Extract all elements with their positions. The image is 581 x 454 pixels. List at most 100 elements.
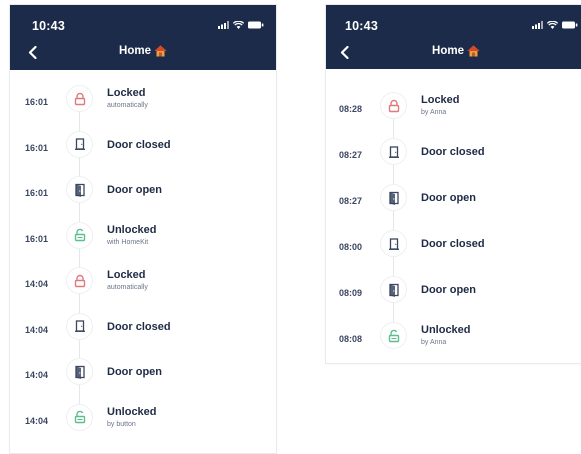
event-time: 08:09 [339, 288, 363, 298]
status-bar: 10:43 [10, 5, 276, 38]
lock-closed-icon [380, 92, 407, 119]
door-closed-icon [380, 230, 407, 257]
door-open-icon [380, 276, 407, 303]
event-list: 16:01 Locked automatically 16:01 Door closed… [10, 70, 276, 448]
event-time: 16:01 [25, 188, 49, 198]
event-title: Locked [107, 269, 146, 281]
house-emoji-icon [154, 45, 167, 57]
lock-closed-icon [66, 267, 93, 294]
event-title: Door open [421, 192, 476, 204]
event-time: 14:04 [25, 324, 49, 335]
event-row: 08:08 Unlocked by Anna [326, 320, 581, 363]
event-title: Unlocked [107, 405, 157, 418]
event-title: Door closed [107, 138, 171, 151]
door-closed-icon [66, 130, 93, 158]
lock-open-icon [66, 403, 93, 431]
wifi-icon [547, 21, 558, 29]
battery-icon [248, 21, 264, 29]
event-time: 08:27 [339, 150, 363, 160]
event-title: Unlocked [421, 324, 471, 336]
wifi-icon [233, 21, 244, 29]
event-time: 16:01 [25, 97, 49, 107]
system-icons [218, 21, 264, 29]
event-time: 14:04 [25, 370, 49, 380]
event-row: 08:09 Door open [326, 274, 581, 320]
event-time: 14:04 [25, 279, 49, 289]
event-detail: automatically [107, 284, 148, 291]
event-detail: automatically [107, 102, 148, 109]
page-title-text: Home [432, 45, 464, 57]
event-detail: by button [107, 420, 136, 428]
event-row: 08:00 Door closed [326, 228, 581, 274]
event-list: 08:28 Locked by Anna 08:27 Door closed 08:27 D… [326, 69, 581, 363]
event-row: 14:04 Door closed [10, 311, 276, 357]
event-title: Locked [421, 94, 460, 106]
page-title-text: Home [119, 45, 151, 57]
event-text: Unlocked by button [107, 406, 157, 429]
event-time: 14:04 [25, 415, 49, 426]
event-text: Door open [421, 284, 476, 297]
event-detail: with HomeKit [107, 238, 149, 246]
event-text: Door closed [107, 139, 171, 152]
event-title: Door closed [107, 320, 171, 333]
event-detail: by Anna [421, 109, 447, 116]
door-closed-icon [380, 138, 407, 165]
event-row: 16:01 Unlocked with HomeKit [10, 220, 276, 266]
event-time: 08:28 [339, 104, 363, 114]
event-title: Door open [107, 184, 162, 196]
header: 10:43 Home [10, 5, 276, 70]
event-row: 16:01 Door open [10, 174, 276, 220]
event-title: Door closed [421, 146, 485, 158]
house-emoji-icon [467, 45, 480, 57]
event-time: 16:01 [25, 142, 49, 153]
event-time: 16:01 [25, 233, 49, 244]
signal-icon [532, 21, 543, 29]
event-row: 08:27 Door open [326, 182, 581, 228]
event-text: Door open [107, 366, 162, 379]
event-time: 08:27 [339, 196, 363, 206]
signal-icon [218, 21, 229, 29]
event-text: Unlocked by Anna [421, 324, 471, 347]
event-row: 08:28 Locked by Anna [326, 90, 581, 136]
event-row: 08:27 Door closed [326, 136, 581, 182]
event-detail: by Anna [421, 339, 447, 346]
lock-open-icon [66, 221, 93, 249]
door-open-icon [66, 358, 93, 385]
header: 10:43 Home [326, 5, 581, 69]
event-title: Door open [107, 366, 162, 378]
event-title: Unlocked [107, 223, 157, 236]
status-time: 10:43 [32, 19, 65, 33]
event-time: 08:00 [339, 242, 363, 252]
event-row: 14:04 Unlocked by button [10, 402, 276, 448]
page-title: Home [326, 45, 581, 57]
event-title: Locked [107, 87, 146, 99]
event-text: Door closed [421, 238, 485, 251]
event-text: Locked by Anna [421, 94, 460, 117]
event-text: Door closed [107, 321, 171, 334]
event-text: Door closed [421, 146, 485, 159]
door-open-icon [380, 184, 407, 211]
event-title: Door closed [421, 238, 485, 250]
event-row: 14:04 Door open [10, 356, 276, 402]
event-row: 14:04 Locked automatically [10, 265, 276, 311]
lock-closed-icon [66, 85, 93, 112]
battery-icon [562, 21, 578, 29]
phone-screen-right: 10:43 Home 08:28 Locked by Anna 08:27 Door c… [326, 5, 581, 363]
event-time: 08:08 [339, 334, 363, 344]
door-open-icon [66, 176, 93, 203]
event-row: 16:01 Locked automatically [10, 83, 276, 129]
lock-open-icon [380, 322, 407, 349]
navigation-bar: Home [326, 38, 581, 70]
system-icons [532, 21, 578, 29]
page-title: Home [10, 45, 276, 57]
event-title: Door open [421, 284, 476, 296]
event-text: Unlocked with HomeKit [107, 224, 157, 247]
phone-screen-left: 10:43 Home 16:01 Locked automatically 16:01… [10, 5, 276, 453]
door-closed-icon [66, 312, 93, 340]
event-text: Locked automatically [107, 269, 148, 292]
status-time: 10:43 [345, 19, 378, 33]
event-row: 16:01 Door closed [10, 129, 276, 175]
event-text: Door open [107, 184, 162, 197]
status-bar: 10:43 [326, 5, 581, 38]
event-text: Locked automatically [107, 87, 148, 110]
